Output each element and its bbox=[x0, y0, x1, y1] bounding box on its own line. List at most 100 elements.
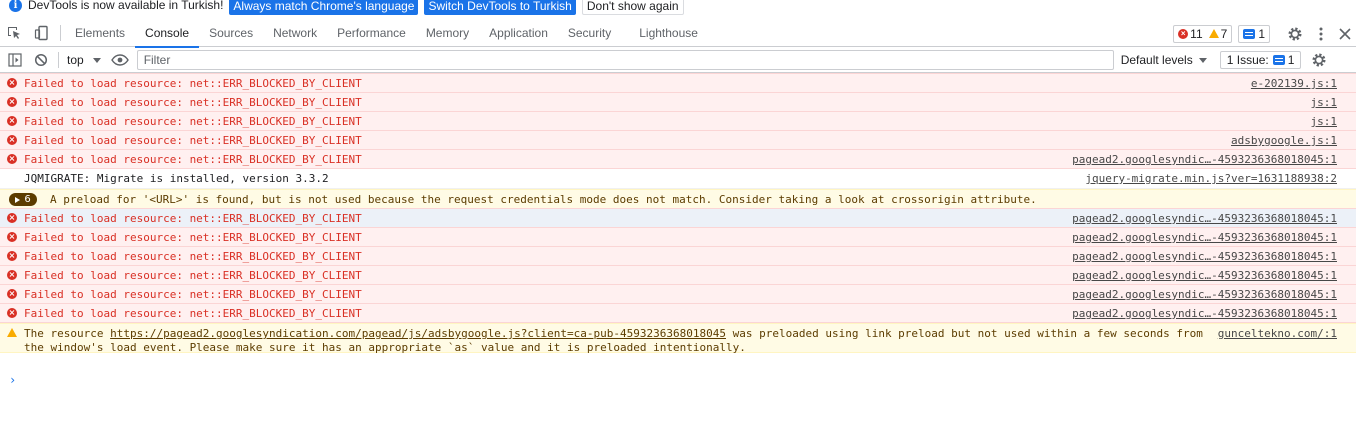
console-toolbar: top Default levels 1 Issue: 1 bbox=[0, 48, 1356, 73]
message-icon bbox=[1272, 55, 1285, 65]
console-messages: × Failed to load resource: net::ERR_BLOC… bbox=[0, 73, 1356, 387]
error-warning-counter[interactable]: × 11 7 bbox=[1173, 24, 1233, 43]
tab-security[interactable]: Security bbox=[558, 20, 621, 47]
message-text: Failed to load resource: net::ERR_BLOCKE… bbox=[24, 133, 362, 147]
error-icon: × bbox=[7, 270, 17, 280]
console-error-row[interactable]: × Failed to load resource: net::ERR_BLOC… bbox=[0, 284, 1356, 304]
warning-message: The resource https://pagead2.googlesyndi… bbox=[24, 327, 1214, 355]
issues-button[interactable]: 1 Issue: 1 bbox=[1219, 51, 1302, 69]
sidebar-toggle-icon[interactable] bbox=[2, 48, 28, 73]
error-icon: × bbox=[7, 154, 17, 164]
source-link[interactable]: pagead2.googlesyndic…-4593236368018045:1 bbox=[1072, 269, 1337, 282]
console-error-row[interactable]: × Failed to load resource: net::ERR_BLOC… bbox=[0, 111, 1356, 131]
execution-context-select[interactable]: top bbox=[63, 48, 107, 73]
tab-application[interactable]: Application bbox=[479, 20, 558, 47]
clear-console-icon[interactable] bbox=[28, 48, 54, 73]
toolbar-divider bbox=[60, 25, 61, 41]
tab-console[interactable]: Console bbox=[135, 20, 200, 48]
repeat-count-badge[interactable]: 6 bbox=[9, 193, 37, 206]
error-icon: × bbox=[7, 251, 17, 261]
tab-elements[interactable]: Elements bbox=[65, 20, 135, 47]
source-link[interactable]: e-202139.js:1 bbox=[1251, 77, 1337, 90]
error-icon: × bbox=[1178, 28, 1189, 39]
dont-show-again-button[interactable]: Don't show again bbox=[581, 0, 684, 15]
settings-gear-icon[interactable] bbox=[1282, 20, 1308, 47]
inspect-element-icon[interactable] bbox=[0, 20, 28, 47]
live-expression-eye-icon[interactable] bbox=[107, 48, 133, 73]
always-match-language-button[interactable]: Always match Chrome's language bbox=[229, 0, 419, 15]
warning-prefix: The resource bbox=[24, 327, 111, 340]
message-text: Failed to load resource: net::ERR_BLOCKE… bbox=[24, 287, 362, 301]
devtools-tabbar: Elements Console Sources Network Perform… bbox=[0, 20, 1356, 48]
source-link[interactable]: adsbygoogle.js:1 bbox=[1231, 134, 1337, 147]
tab-lighthouse[interactable]: Lighthouse bbox=[629, 20, 708, 47]
console-error-row[interactable]: × Failed to load resource: net::ERR_BLOC… bbox=[0, 92, 1356, 112]
tab-sources[interactable]: Sources bbox=[199, 20, 263, 47]
console-error-row[interactable]: × Failed to load resource: net::ERR_BLOC… bbox=[0, 208, 1356, 228]
source-link[interactable]: pagead2.googlesyndic…-4593236368018045:1 bbox=[1072, 153, 1337, 166]
message-text: A preload for '<URL>' is found, but is n… bbox=[50, 192, 1037, 206]
console-error-row[interactable]: × Failed to load resource: net::ERR_BLOC… bbox=[0, 265, 1356, 285]
error-icon: × bbox=[7, 232, 17, 242]
source-link[interactable]: jquery-migrate.min.js?ver=1631188938:2 bbox=[1085, 172, 1337, 185]
console-error-row[interactable]: × Failed to load resource: net::ERR_BLOC… bbox=[0, 303, 1356, 323]
console-error-row[interactable]: × Failed to load resource: net::ERR_BLOC… bbox=[0, 130, 1356, 150]
error-count: 11 bbox=[1190, 26, 1203, 41]
error-icon: × bbox=[7, 135, 17, 145]
message-text: Failed to load resource: net::ERR_BLOCKE… bbox=[24, 306, 362, 320]
console-error-row[interactable]: × Failed to load resource: net::ERR_BLOC… bbox=[0, 149, 1356, 169]
error-icon: × bbox=[7, 78, 17, 88]
tab-network[interactable]: Network bbox=[263, 20, 327, 47]
switch-to-turkish-button[interactable]: Switch DevTools to Turkish bbox=[424, 0, 576, 15]
message-icon bbox=[1243, 28, 1256, 39]
message-text: Failed to load resource: net::ERR_BLOCKE… bbox=[24, 211, 362, 225]
tab-performance[interactable]: Performance bbox=[327, 20, 416, 47]
language-infobar: i DevTools is now available in Turkish! … bbox=[0, 0, 1356, 15]
message-text: Failed to load resource: net::ERR_BLOCKE… bbox=[24, 76, 362, 90]
info-icon: i bbox=[9, 0, 22, 12]
source-link[interactable]: pagead2.googlesyndic…-4593236368018045:1 bbox=[1072, 212, 1337, 225]
device-toolbar-icon[interactable] bbox=[28, 20, 56, 47]
tabbar-right-controls: × 11 7 1 bbox=[1173, 20, 1356, 47]
source-link[interactable]: pagead2.googlesyndic…-4593236368018045:1 bbox=[1072, 307, 1337, 320]
warning-resource-link[interactable]: https://pagead2.googlesyndication.com/pa… bbox=[110, 327, 726, 340]
source-link[interactable]: js:1 bbox=[1311, 115, 1338, 128]
message-text: Failed to load resource: net::ERR_BLOCKE… bbox=[24, 249, 362, 263]
source-link[interactable]: pagead2.googlesyndic…-4593236368018045:1 bbox=[1072, 288, 1337, 301]
warning-icon bbox=[7, 328, 17, 337]
tab-memory[interactable]: Memory bbox=[416, 20, 479, 47]
warning-icon bbox=[1208, 29, 1219, 38]
message-text: Failed to load resource: net::ERR_BLOCKE… bbox=[24, 230, 362, 244]
source-link[interactable]: js:1 bbox=[1311, 96, 1338, 109]
console-info-row[interactable]: JQMIGRATE: Migrate is installed, version… bbox=[0, 169, 1356, 189]
error-icon: × bbox=[7, 289, 17, 299]
console-filter-input[interactable] bbox=[136, 50, 1114, 70]
console-settings-gear-icon[interactable] bbox=[1306, 48, 1332, 73]
message-count: 1 bbox=[1258, 26, 1265, 41]
more-options-icon[interactable] bbox=[1308, 20, 1334, 47]
console-error-row[interactable]: × Failed to load resource: net::ERR_BLOC… bbox=[0, 227, 1356, 247]
source-link[interactable]: pagead2.googlesyndic…-4593236368018045:1 bbox=[1072, 231, 1337, 244]
issues-label: 1 Issue: bbox=[1226, 53, 1269, 67]
log-levels-label: Default levels bbox=[1120, 53, 1193, 67]
error-icon: × bbox=[7, 116, 17, 126]
console-prompt-chevron-icon[interactable]: › bbox=[9, 373, 16, 387]
repeat-count: 6 bbox=[24, 194, 31, 205]
console-error-row[interactable]: × Failed to load resource: net::ERR_BLOC… bbox=[0, 73, 1356, 93]
chevron-down-icon bbox=[92, 57, 101, 63]
error-icon: × bbox=[7, 97, 17, 107]
console-warning-group-row[interactable]: 6 A preload for '<URL>' is found, but is… bbox=[0, 189, 1356, 209]
toolbar-divider bbox=[58, 52, 59, 68]
message-text: JQMIGRATE: Migrate is installed, version… bbox=[24, 172, 329, 185]
console-warning-row[interactable]: The resource https://pagead2.googlesyndi… bbox=[0, 323, 1356, 355]
issues-counter[interactable]: 1 bbox=[1238, 24, 1270, 43]
message-text: Failed to load resource: net::ERR_BLOCKE… bbox=[24, 114, 362, 128]
warning-count: 7 bbox=[1220, 26, 1228, 41]
chevron-down-icon bbox=[1198, 57, 1207, 63]
issues-count: 1 bbox=[1287, 53, 1295, 67]
console-error-row[interactable]: × Failed to load resource: net::ERR_BLOC… bbox=[0, 246, 1356, 266]
close-devtools-icon[interactable] bbox=[1334, 20, 1356, 47]
source-link[interactable]: pagead2.googlesyndic…-4593236368018045:1 bbox=[1072, 250, 1337, 263]
log-levels-dropdown[interactable]: Default levels bbox=[1121, 48, 1207, 73]
source-link[interactable]: gunceltekno.com/:1 bbox=[1218, 327, 1337, 340]
